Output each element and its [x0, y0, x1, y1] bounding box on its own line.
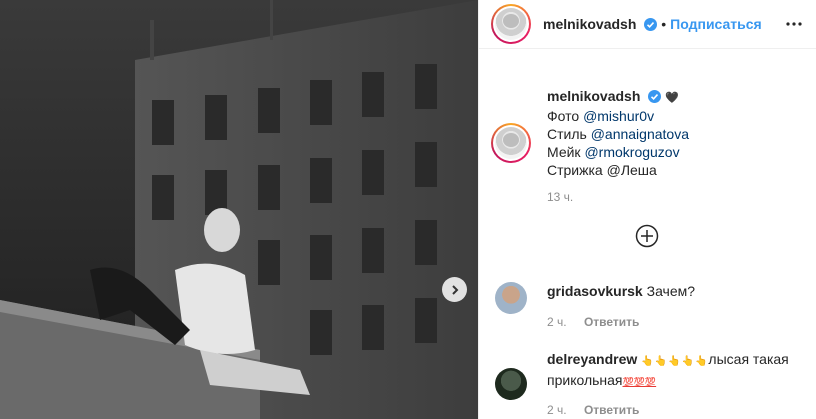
caption: melnikovadsh 🖤 Фото @mishur0v Стиль @ann… [491, 87, 689, 179]
caption-line-makeup: Мейк @rmokroguzov [547, 143, 689, 161]
mention-link[interactable]: @mishur0v [583, 108, 654, 124]
verified-badge-icon [644, 18, 658, 31]
mention-link[interactable]: @annaignatova [591, 126, 689, 142]
caption-timestamp[interactable]: 13 ч. [547, 190, 573, 204]
caption-line-photo: Фото @mishur0v [547, 107, 689, 125]
author-username[interactable]: melnikovadsh [543, 16, 658, 32]
post-photo[interactable] [0, 0, 478, 419]
commenter-username[interactable]: gridasovkursk [547, 283, 643, 299]
caption-body: melnikovadsh 🖤 Фото @mishur0v Стиль @ann… [547, 87, 689, 179]
comment-time[interactable]: 2 ч. [547, 315, 567, 329]
more-options-icon[interactable] [786, 16, 802, 32]
load-more-comments-icon[interactable] [635, 224, 659, 248]
photo-illustration [0, 0, 478, 419]
post-side-panel: melnikovadsh • Подписаться melnikovadsh … [478, 0, 816, 419]
caption-label: Стрижка @Леша [547, 162, 657, 178]
comment-body: Зачем? [646, 283, 696, 299]
author-avatar-image [495, 8, 527, 40]
commenter-username[interactable]: delreyandrew [547, 351, 637, 367]
post-header: melnikovadsh • Подписаться [479, 0, 816, 49]
caption-avatar-image [495, 127, 527, 159]
reply-button[interactable]: Ответить [584, 403, 639, 417]
comment-meta: 2 ч. Ответить [547, 401, 639, 419]
caption-label: Стиль [547, 126, 587, 142]
caption-line-style: Стиль @annaignatova [547, 125, 689, 143]
hundred-points-emojis: 💯💯💯 [622, 377, 657, 387]
author-avatar[interactable] [491, 4, 531, 44]
verified-badge-icon [648, 90, 662, 103]
comment-text: delreyandrew 👆👆👆👆👆лысая такая прикольная… [547, 350, 816, 391]
caption-username[interactable]: melnikovadsh [547, 88, 640, 104]
author-username-text[interactable]: melnikovadsh [543, 16, 636, 32]
caption-label: Мейк [547, 144, 581, 160]
caption-line-haircut: Стрижка @Леша [547, 161, 689, 179]
chevron-right-icon [451, 284, 458, 295]
reply-button[interactable]: Ответить [584, 315, 639, 329]
mention-link[interactable]: @rmokroguzov [584, 144, 679, 160]
comment-emojis: 👆👆👆👆👆 [641, 356, 709, 367]
comment-meta: 2 ч. Ответить [547, 313, 639, 331]
caption-label: Фото [547, 108, 580, 124]
comment-item: gridasovkursk Зачем? 2 ч. Ответить [495, 282, 815, 342]
caption-author-avatar[interactable] [491, 123, 531, 163]
comment-time[interactable]: 2 ч. [547, 403, 567, 417]
comment-item: delreyandrew 👆👆👆👆👆лысая такая прикольная… [495, 350, 815, 419]
caption-emoji: 🖤 [665, 92, 679, 104]
commenter-avatar[interactable] [495, 368, 527, 400]
commenter-avatar[interactable] [495, 282, 527, 314]
comment-text: gridasovkursk Зачем? [547, 282, 816, 300]
header-separator: • [661, 16, 667, 32]
carousel-next-button[interactable] [442, 277, 467, 302]
follow-button[interactable]: Подписаться [670, 16, 762, 32]
